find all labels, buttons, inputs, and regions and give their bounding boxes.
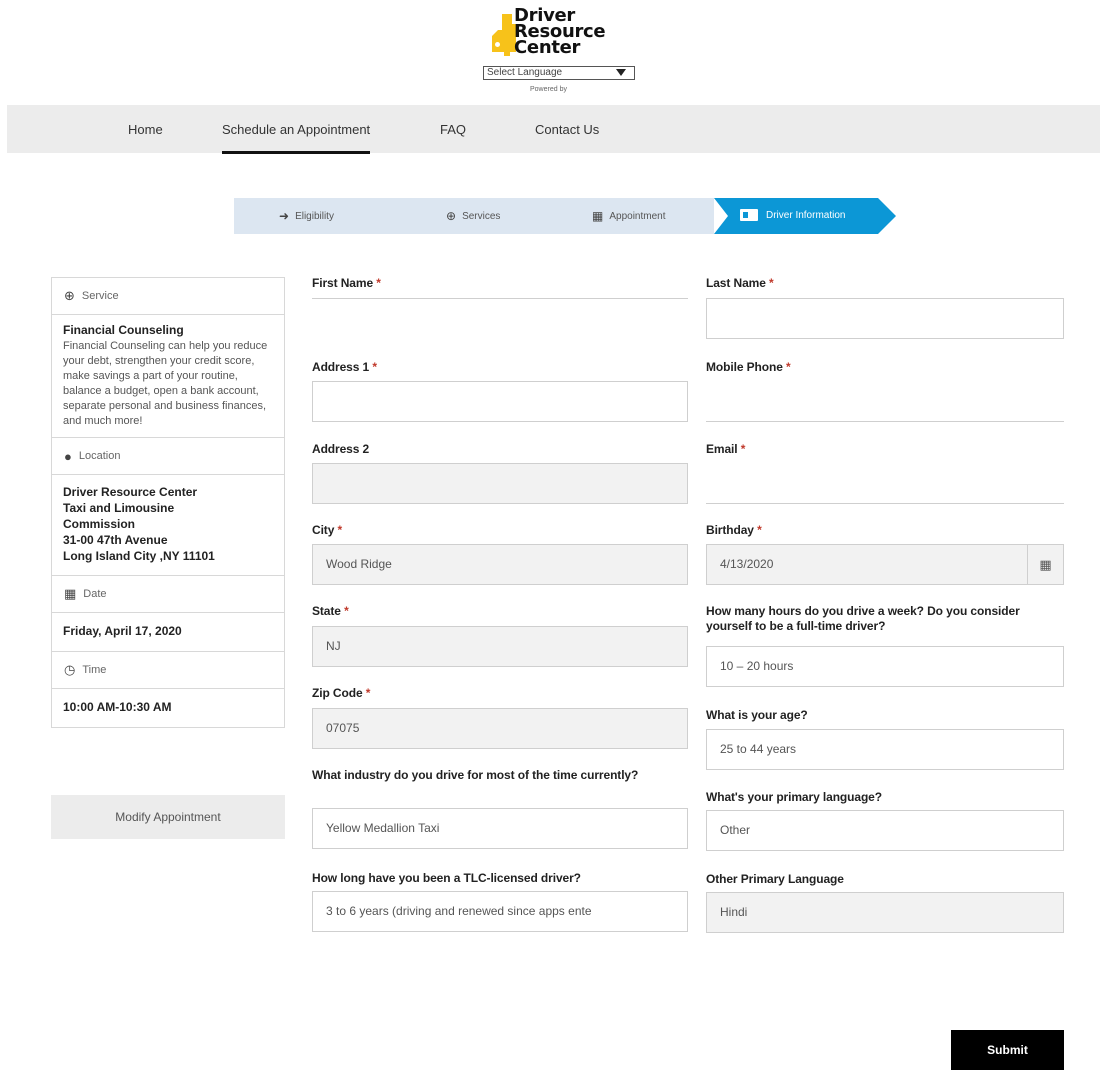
tlc-duration-select[interactable]: 3 to 6 years (driving and renewed since …	[312, 891, 688, 932]
other-language-input[interactable]: Hindi	[706, 892, 1064, 933]
step-services[interactable]: ⊕ Services	[446, 209, 500, 223]
email-input[interactable]	[706, 463, 1064, 504]
calendar-icon[interactable]: ▦	[1027, 545, 1063, 584]
submit-button[interactable]: Submit	[951, 1030, 1064, 1070]
nav-faq[interactable]: FAQ	[440, 122, 466, 137]
email-label: Email *	[706, 442, 746, 456]
time-header: ◷ Time	[52, 652, 284, 689]
state-input[interactable]: NJ	[312, 626, 688, 667]
logo-text-line3: Center	[514, 37, 581, 58]
step-driver-information[interactable]: Driver Information	[714, 198, 896, 234]
age-label: What is your age?	[706, 708, 808, 722]
nav-schedule-appointment[interactable]: Schedule an Appointment	[222, 122, 371, 154]
service-title: Financial Counseling	[63, 323, 184, 337]
primary-language-label: What's your primary language?	[706, 790, 882, 804]
language-select-label: Select Language	[487, 67, 563, 78]
id-card-icon	[740, 209, 758, 221]
calendar-icon: ▦	[64, 586, 77, 601]
industry-label: What industry do you drive for most of t…	[312, 768, 639, 782]
zip-code-label: Zip Code *	[312, 686, 371, 700]
life-ring-icon: ⊕	[446, 209, 457, 223]
last-name-input[interactable]	[706, 298, 1064, 339]
clock-icon: ◷	[64, 662, 76, 677]
step-eligibility[interactable]: ➜ Eligibility	[279, 209, 334, 223]
address2-label: Address 2	[312, 442, 370, 456]
first-name-label: First Name *	[312, 276, 381, 290]
map-marker-icon: ●	[64, 448, 72, 464]
mobile-phone-input[interactable]	[706, 381, 1064, 422]
main-nav: Home Schedule an Appointment FAQ Contact…	[7, 105, 1100, 154]
powered-by: Powered by	[530, 86, 567, 93]
service-header: ⊕ Service	[52, 278, 284, 315]
language-select[interactable]: Select Language	[483, 66, 635, 80]
sign-in-icon: ➜	[279, 209, 290, 223]
hours-select[interactable]: 10 – 20 hours	[706, 646, 1064, 687]
hours-label: How many hours do you drive a week? Do y…	[706, 604, 1020, 633]
nav-contact-us[interactable]: Contact Us	[535, 122, 599, 137]
state-label: State *	[312, 604, 349, 618]
address1-label: Address 1 *	[312, 360, 377, 374]
site-logo[interactable]: Driver Resource Center	[486, 7, 636, 60]
dropdown-arrow-icon	[616, 69, 626, 76]
industry-select[interactable]: Yellow Medallion Taxi	[312, 808, 688, 849]
last-name-label: Last Name *	[706, 276, 774, 290]
calendar-icon: ▦	[592, 209, 604, 223]
time-value: 10:00 AM-10:30 AM	[63, 700, 172, 714]
location-details: Driver Resource Center Taxi and Limousin…	[52, 475, 284, 576]
birthday-input[interactable]: 4/13/2020 ▦	[706, 544, 1064, 585]
city-input[interactable]: Wood Ridge	[312, 544, 688, 585]
nav-home[interactable]: Home	[128, 122, 163, 137]
address2-input[interactable]	[312, 463, 688, 504]
address1-input[interactable]	[312, 381, 688, 422]
date-header: ▦ Date	[52, 576, 284, 613]
first-name-input[interactable]	[312, 298, 688, 339]
mobile-phone-label: Mobile Phone *	[706, 360, 791, 374]
zip-code-input[interactable]: 07075	[312, 708, 688, 749]
primary-language-select[interactable]: Other	[706, 810, 1064, 851]
service-description: Financial Counseling can help you reduce…	[63, 340, 268, 427]
location-header: ● Location	[52, 438, 284, 475]
date-value: Friday, April 17, 2020	[52, 613, 284, 652]
appointment-summary: ⊕ Service Financial Counseling Financial…	[51, 277, 285, 728]
modify-appointment-button[interactable]: Modify Appointment	[51, 795, 285, 839]
progress-stepper: ➜ Eligibility ⊕ Services ▦ Appointment D…	[234, 198, 896, 234]
service-details: Financial Counseling Financial Counselin…	[52, 315, 284, 438]
age-select[interactable]: 25 to 44 years	[706, 729, 1064, 770]
step-appointment[interactable]: ▦ Appointment	[592, 209, 666, 223]
city-label: City *	[312, 523, 343, 537]
other-language-label: Other Primary Language	[706, 872, 844, 886]
tlc-duration-label: How long have you been a TLC-licensed dr…	[312, 871, 581, 885]
birthday-label: Birthday *	[706, 523, 762, 537]
life-ring-icon: ⊕	[64, 288, 75, 303]
